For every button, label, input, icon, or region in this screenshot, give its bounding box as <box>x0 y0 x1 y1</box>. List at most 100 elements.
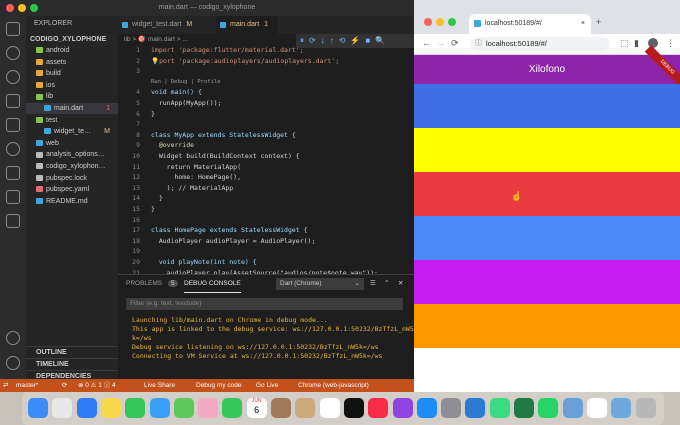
gear-icon[interactable] <box>6 356 20 370</box>
list-item-badge: 1 <box>106 105 110 112</box>
xylophone-key-1[interactable] <box>414 84 680 128</box>
device-status[interactable]: Chrome (web-javascript) <box>298 379 369 392</box>
list-item[interactable]: web <box>26 138 118 149</box>
list-item[interactable]: assets <box>26 57 118 68</box>
tab-main-dart[interactable]: main.dart 1 <box>216 16 278 34</box>
notes-brown-icon[interactable] <box>271 398 291 418</box>
site-info-icon[interactable]: ⓘ <box>475 37 482 51</box>
maps-icon[interactable] <box>173 398 194 418</box>
remote-explorer-icon[interactable] <box>6 142 20 156</box>
go-live-status[interactable]: Go Live <box>256 379 278 392</box>
calendar-icon[interactable]: JUN 6 <box>246 398 267 418</box>
appstore-icon[interactable] <box>416 398 437 418</box>
testing-icon[interactable] <box>6 166 20 180</box>
launchpad-icon[interactable] <box>52 398 73 418</box>
sync-icon[interactable]: ⟳ <box>62 379 67 392</box>
close-tab-icon[interactable]: × <box>581 14 585 34</box>
xylophone-key-2[interactable] <box>414 128 680 172</box>
source-control-icon[interactable] <box>6 70 20 84</box>
xylophone-key-4[interactable] <box>414 216 680 260</box>
notes-icon[interactable] <box>100 398 121 418</box>
list-item[interactable]: build <box>26 68 118 79</box>
sidebar-icon[interactable]: ▮ <box>634 38 639 49</box>
facetime-icon[interactable] <box>222 398 243 418</box>
outline-section[interactable]: OUTLINE <box>26 346 118 357</box>
menu-icon[interactable]: ⋮ <box>666 38 675 49</box>
android-studio-icon[interactable] <box>489 398 510 418</box>
tab-debug-console[interactable]: DEBUG CONSOLE <box>184 275 241 293</box>
minimize-window-button[interactable] <box>436 18 444 26</box>
excel-icon[interactable] <box>514 398 534 418</box>
list-item[interactable]: android <box>26 45 118 56</box>
address-bar[interactable]: ⓘ localhost:50189/#/ <box>470 37 610 51</box>
appletv-icon[interactable] <box>343 398 364 418</box>
tab-widget-test[interactable]: widget_test.dart M <box>118 16 216 34</box>
clear-console-icon[interactable]: ☰ <box>370 275 376 293</box>
minimize-window-button[interactable] <box>18 4 26 12</box>
preview-icon[interactable] <box>562 398 583 418</box>
live-share-icon[interactable] <box>6 214 20 228</box>
safari-icon[interactable] <box>76 398 97 418</box>
debug-toolbar[interactable]: ⏸⟳↓↑⟲⚡■🔍 <box>296 34 414 48</box>
finder-icon[interactable] <box>28 398 48 418</box>
explorer-icon[interactable] <box>6 22 20 36</box>
list-item[interactable]: pubspec.yaml <box>26 184 118 195</box>
list-item[interactable]: analysis_options… <box>26 149 118 160</box>
forward-icon[interactable]: → <box>436 38 445 48</box>
chrome-icon[interactable] <box>586 398 607 418</box>
flutter-icon[interactable] <box>6 190 20 204</box>
search-icon[interactable] <box>6 46 20 60</box>
mail-icon[interactable] <box>149 398 170 418</box>
list-item[interactable]: lib <box>26 91 118 102</box>
dependencies-section[interactable]: DEPENDENCIES <box>26 370 118 379</box>
system-preferences-icon[interactable] <box>441 398 462 418</box>
codelens-run-debug[interactable]: Run | Debug | Profile <box>151 77 221 88</box>
browser-tab[interactable]: localhost:50189/#/ × <box>469 14 591 34</box>
debug-session-select[interactable]: Dart (Chrome) ⌄ <box>276 278 364 290</box>
chevron-up-icon[interactable]: ⌃ <box>384 275 389 293</box>
xylophone-key-3[interactable] <box>414 172 680 216</box>
new-tab-icon[interactable]: + <box>596 17 601 27</box>
close-panel-icon[interactable]: ✕ <box>398 275 403 293</box>
close-window-button[interactable] <box>6 4 14 12</box>
xylophone-key-5[interactable] <box>414 260 680 304</box>
extensions-icon[interactable]: ⬚ <box>620 38 629 49</box>
xylophone-key-6[interactable] <box>414 304 680 348</box>
list-item[interactable]: codigo_xylophon… <box>26 161 118 172</box>
podcasts-icon[interactable] <box>392 398 413 418</box>
code-editor[interactable]: widget_test.dart M main.dart 1 lib > 🎯 m… <box>118 16 414 274</box>
reload-icon[interactable]: ⟳ <box>451 38 459 49</box>
reminders-icon[interactable] <box>319 398 340 418</box>
close-window-button[interactable] <box>424 18 432 26</box>
extensions-icon[interactable] <box>6 118 20 132</box>
timeline-section[interactable]: TIMELINE <box>26 358 118 369</box>
back-icon[interactable]: ← <box>422 38 431 48</box>
music-icon[interactable] <box>368 398 389 418</box>
problems-counter[interactable]: ⊗ 0 ⚠ 1 ⓘ 4 <box>78 379 116 392</box>
messages-icon[interactable] <box>125 398 146 418</box>
contacts-icon[interactable] <box>295 398 316 418</box>
console-filter-input[interactable]: Filter (e.g. text, !exclude) <box>126 298 403 310</box>
downloads-folder-icon[interactable] <box>611 398 632 418</box>
list-item[interactable]: ios <box>26 80 118 91</box>
project-folder[interactable]: CODIGO_XYLOPHONE <box>26 34 118 45</box>
code-line: class HomePage extends StatelessWidget { <box>151 226 308 235</box>
list-item[interactable]: widget_te… M <box>26 126 118 137</box>
list-item[interactable]: main.dart 1 <box>26 103 118 114</box>
tab-problems[interactable]: PROBLEMS 5 <box>126 275 178 293</box>
list-item[interactable]: pubspec.lock <box>26 173 118 184</box>
debug-my-code-status[interactable]: Debug my code <box>196 379 242 392</box>
account-icon[interactable] <box>6 331 20 345</box>
photos-icon[interactable] <box>198 398 219 418</box>
live-share-status[interactable]: Live Share <box>144 379 175 392</box>
branch-indicator[interactable]: master* <box>16 379 38 392</box>
zoom-window-button[interactable] <box>448 18 456 26</box>
run-debug-icon[interactable] <box>6 94 20 108</box>
trash-icon[interactable] <box>635 398 656 418</box>
list-item[interactable]: test <box>26 115 118 126</box>
remote-icon[interactable]: ⇄ <box>3 379 8 392</box>
whatsapp-icon[interactable] <box>538 398 559 418</box>
vscode-icon[interactable] <box>465 398 486 418</box>
list-item[interactable]: README.md <box>26 196 118 207</box>
zoom-window-button[interactable] <box>30 4 38 12</box>
